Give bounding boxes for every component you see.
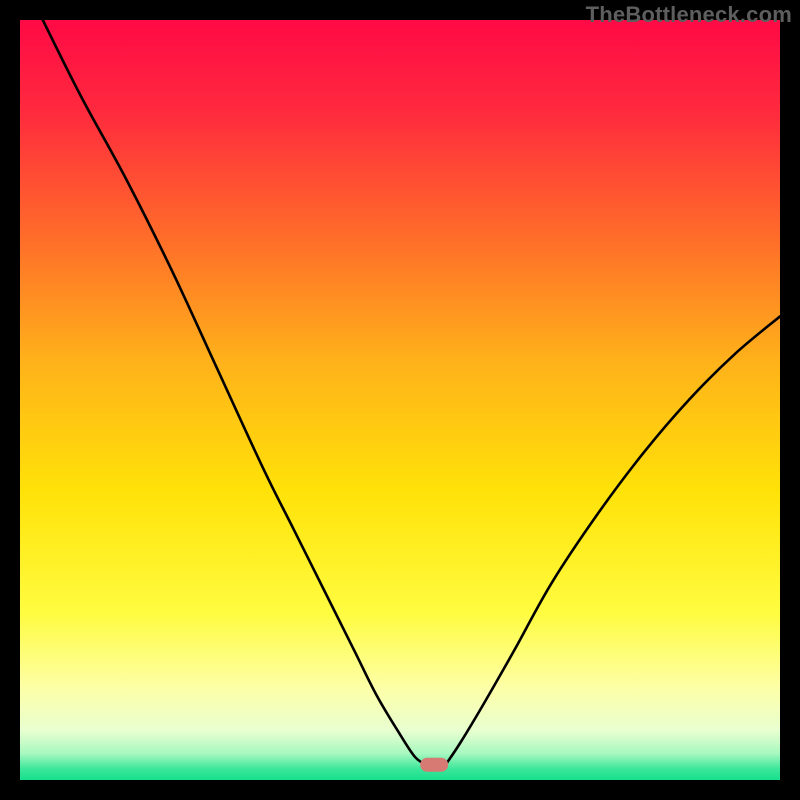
- gradient-background: [20, 20, 780, 780]
- valley-marker: [420, 758, 448, 772]
- bottleneck-chart: [20, 20, 780, 780]
- chart-frame: TheBottleneck.com: [0, 0, 800, 800]
- watermark-text: TheBottleneck.com: [586, 2, 792, 28]
- valley-marker-pill: [420, 758, 448, 772]
